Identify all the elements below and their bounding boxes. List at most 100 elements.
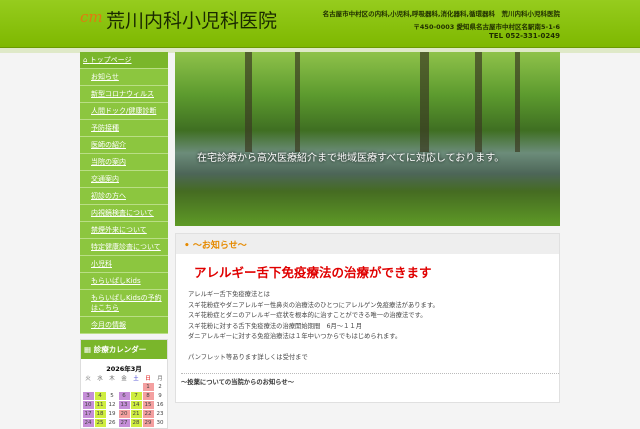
calendar-day[interactable]: 14 (130, 401, 142, 409)
sidebar-item[interactable]: 医師の紹介 (80, 137, 168, 154)
calendar-day[interactable]: 24 (82, 419, 94, 427)
calendar-heading: ▦ 診療カレンダー (81, 340, 167, 359)
sidebar-item[interactable]: 新型コロナウィルス (80, 86, 168, 103)
calendar-day[interactable]: 10 (82, 401, 94, 409)
calendar-day[interactable]: 29 (142, 419, 154, 427)
notice-line: ダニアレルギーに対する免疫治療法は１年中いつからでもはじめられます。 (188, 333, 402, 340)
sidebar-item[interactable]: 当院の案内 (80, 154, 168, 171)
sidebar-item[interactable]: ⌂ トップページ (80, 52, 168, 69)
sidebar-item[interactable]: 今月の情報 (80, 317, 168, 334)
calendar-day[interactable]: 5 (107, 392, 118, 400)
calendar-day[interactable]: 13 (118, 401, 130, 409)
calendar-widget: ▦ 診療カレンダー 2026年3月火水木金土日月 1 2 3 4 5 6 7 8 9 10 11 12 13… (80, 339, 168, 429)
hero-caption: 在宅診療から高次医療紹介まで地域医療すべてに対応しております。 (197, 153, 505, 164)
sidebar-item[interactable]: 予防接種 (80, 120, 168, 137)
sidebar-item[interactable]: 内視鏡検査について (80, 205, 168, 222)
weekday-label: 木 (109, 376, 115, 382)
calendar-day[interactable]: 28 (130, 419, 142, 427)
sidebar-item[interactable]: 特定健康診査について (80, 239, 168, 256)
calendar-day (131, 383, 142, 391)
calendar-day[interactable]: 22 (142, 410, 154, 418)
calendar-month: 2026年3月 (106, 365, 142, 373)
calendar-heading-text: 診療カレンダー (93, 345, 147, 354)
calendar-day[interactable]: 4 (94, 392, 106, 400)
sidebar-item[interactable]: 小児科 (80, 256, 168, 273)
sidebar-item-label: 予防接種 (91, 124, 119, 132)
calendar-icon: ▦ (84, 345, 94, 354)
calendar-grid: 火水木金土日月 1 2 3 4 5 6 7 8 9 10 11 12 13 14 15 16 17 18 19 20 21… (82, 373, 167, 428)
notice-body: アレルギー舌下免疫療法とはスギ花粉症やダニアレルギー性鼻炎の治療法のひとつにアレ… (176, 290, 559, 364)
section-title-medication: 〜投薬についての当院からのお知らせ〜 (181, 372, 559, 386)
notice-line: スギ花粉症とダニのアレルギー症状を根本的に治すことができる唯一の治療法です。 (188, 312, 427, 319)
calendar-day[interactable]: 2 (155, 383, 166, 391)
sidebar-item[interactable]: お知らせ (80, 69, 168, 86)
sidebar-item-label: 今月の情報 (91, 321, 126, 329)
weekday-label: 火 (85, 376, 91, 382)
calendar-day[interactable]: 11 (94, 401, 106, 409)
notice-line: パンフレット等あります詳しくは受付まで (188, 354, 308, 361)
weekday-label: 月 (157, 376, 163, 382)
site-header: cm 荒川内科小児科医院 名古屋市中村区の内科,小児科,呼吸器科,消化器科,循環… (0, 0, 640, 48)
calendar-day[interactable]: 15 (142, 401, 154, 409)
sidebar-item-label: 交通案内 (91, 175, 119, 183)
calendar-day[interactable]: 3 (82, 392, 94, 400)
calendar-day[interactable]: 21 (130, 410, 142, 418)
tagline: 名古屋市中村区の内科,小児科,呼吸器科,消化器科,循環器科 荒川内科小児科医院 (322, 10, 560, 18)
sidebar-item-label: 当院の案内 (91, 158, 126, 166)
calendar-day[interactable]: 12 (107, 401, 118, 409)
notice-line (188, 343, 559, 354)
sidebar-item-label: 禁煙外来について (91, 226, 147, 234)
calendar-day (83, 383, 94, 391)
sidebar-item[interactable]: 禁煙外来について (80, 222, 168, 239)
calendar-day (107, 383, 118, 391)
hero-image: 在宅診療から高次医療紹介まで地域医療すべてに対応しております。 (175, 52, 560, 226)
sidebar-item[interactable]: 初診の方へ (80, 188, 168, 205)
calendar-day[interactable]: 9 (155, 392, 166, 400)
sidebar-item-label: 人間ドック/健康診断 (91, 107, 157, 115)
calendar-day[interactable]: 1 (142, 383, 154, 391)
calendar-day[interactable]: 6 (118, 392, 130, 400)
weekday-label: 日 (145, 376, 151, 382)
calendar-day[interactable]: 23 (155, 410, 166, 418)
sidebar-item-label: 小児科 (91, 260, 112, 268)
notice-heading-text: 〜お知らせ〜 (192, 241, 247, 251)
site-title[interactable]: 荒川内科小児科医院 (106, 6, 277, 33)
calendar-day (95, 383, 106, 391)
calendar-day[interactable]: 30 (155, 419, 166, 427)
calendar-day[interactable]: 8 (142, 392, 154, 400)
calendar-day[interactable]: 20 (118, 410, 130, 418)
calendar-day[interactable]: 18 (94, 410, 106, 418)
calendar-day[interactable]: 16 (155, 401, 166, 409)
calendar-day (119, 383, 130, 391)
sidebar-item-label: 特定健康診査について (91, 243, 161, 251)
sidebar-item[interactable]: 交通案内 (80, 171, 168, 188)
sidebar-item[interactable]: もらいぱしKids (80, 273, 168, 290)
clinic-logo[interactable]: cm (80, 8, 103, 26)
notice-line: スギ花粉症やダニアレルギー性鼻炎の治療法のひとつにアレルゲン免疫療法があります。 (188, 301, 439, 309)
calendar-day[interactable]: 7 (130, 392, 142, 400)
weekday-label: 水 (97, 376, 103, 382)
calendar-day[interactable]: 25 (94, 419, 106, 427)
telephone: TEL 052-331-0249 (489, 32, 560, 40)
sidebar-item-label: 新型コロナウィルス (91, 90, 154, 98)
notice-headline: アレルギー舌下免疫療法の治療ができます (194, 265, 432, 280)
calendar-day[interactable]: 27 (118, 419, 130, 427)
notice-panel: • 〜お知らせ〜 アレルギー舌下免疫療法の治療ができます アレルギー舌下免疫療法… (175, 233, 560, 403)
sidebar-item-label: 内視鏡検査について (91, 209, 154, 217)
sidebar-item-label: もらいぱしKids (91, 277, 141, 285)
sidebar-item-label: トップページ (89, 56, 132, 64)
home-icon: ⌂ (83, 56, 90, 64)
sidebar-item[interactable]: 人間ドック/健康診断 (80, 103, 168, 120)
sidebar-item[interactable]: もらいぱしKidsの予約はこちら (80, 290, 168, 317)
sidebar-item-label: もらいぱしKidsの予約はこちら (91, 294, 162, 312)
weekday-label: 土 (133, 376, 139, 382)
notice-heading: • 〜お知らせ〜 (176, 234, 559, 254)
sidebar-item-label: 医師の紹介 (91, 141, 126, 149)
notice-line: アレルギー舌下免疫療法とは (188, 291, 270, 298)
notice-line: スギ花粉に対する舌下免疫療法の治療開始期間 6月〜１１月 (188, 322, 363, 330)
sidebar-item-label: 初診の方へ (91, 192, 126, 200)
weekday-label: 金 (121, 376, 127, 382)
calendar-day[interactable]: 26 (107, 419, 118, 427)
calendar-day[interactable]: 19 (107, 410, 118, 418)
calendar-day[interactable]: 17 (82, 410, 94, 418)
